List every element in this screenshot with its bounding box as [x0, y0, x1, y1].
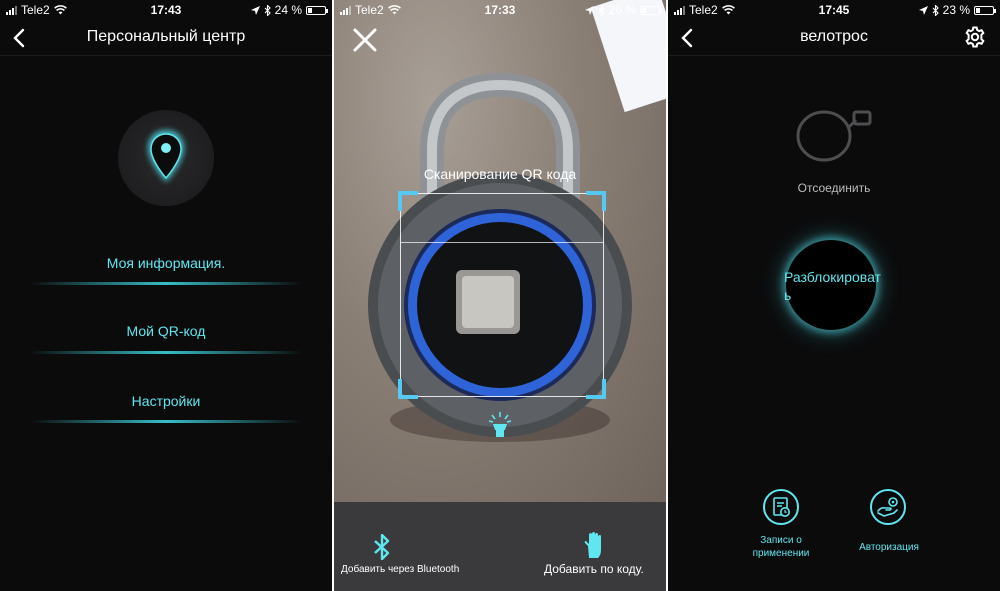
add-via-bluetooth-button[interactable]: Добавить через Bluetooth — [341, 564, 459, 575]
flashlight-icon[interactable] — [489, 412, 511, 438]
status-bar: Tele2 17:45 23 % — [668, 0, 1000, 20]
location-arrow-icon — [584, 5, 594, 15]
scan-line — [401, 242, 603, 243]
menu-settings[interactable]: Настройки — [0, 393, 332, 409]
records-button[interactable] — [763, 489, 799, 525]
records-label-line2: применении — [752, 548, 810, 559]
scan-corner — [586, 379, 606, 399]
scan-corner — [398, 379, 418, 399]
battery-fill — [976, 7, 980, 13]
authorization-label: Авторизация — [859, 542, 919, 553]
scan-corner — [586, 191, 606, 211]
bluetooth-icon[interactable] — [372, 534, 392, 560]
battery-fill — [642, 7, 647, 13]
scan-title: Сканирование QR кода — [423, 166, 577, 182]
scan-corner — [398, 191, 418, 211]
location-arrow-icon — [918, 5, 928, 15]
profile-screen: Tele2 17:43 24 % Персональный центр Моя … — [0, 0, 332, 591]
page-title: велотрос — [800, 28, 868, 45]
menu-my-qr-code[interactable]: Мой QR-код — [0, 323, 332, 339]
status-bar: Tele2 17:33 26 % — [334, 0, 666, 20]
gear-icon[interactable] — [964, 26, 986, 48]
records-icon — [773, 497, 790, 517]
authorization-icon — [877, 497, 898, 517]
records-label-line1: Записи о — [760, 535, 802, 546]
divider — [30, 282, 302, 285]
status-bar: Tele2 17:43 24 % — [0, 0, 332, 20]
camera-view: Сканирование QR кода — [334, 0, 666, 502]
battery-percent: 26 % — [608, 3, 636, 17]
menu-my-info[interactable]: Моя информация. — [0, 255, 332, 271]
nav-bar: велотрос — [668, 20, 1000, 56]
bluetooth-status-icon — [932, 4, 939, 16]
location-pin-icon — [148, 130, 184, 182]
page-title: Персональный центр — [86, 28, 246, 45]
scanner-screen: Сканирование QR кода Tele2 17:33 26 % До — [334, 0, 666, 591]
disconnect-button[interactable]: Отсоединить — [668, 181, 1000, 195]
battery-fill — [308, 7, 312, 13]
nav-bar: Персональный центр — [0, 20, 332, 56]
cable-lock-icon — [796, 110, 872, 162]
unlock-label: Разблокировать — [784, 269, 881, 303]
battery-percent: 23 % — [942, 3, 970, 17]
divider — [30, 351, 302, 354]
records-label: Записи о применении — [746, 534, 816, 560]
battery-icon — [640, 5, 662, 15]
lock-screen: Tele2 17:45 23 % велотрос Отсоединить Ра… — [668, 0, 1000, 591]
location-badge — [118, 110, 214, 206]
close-icon[interactable] — [352, 27, 378, 53]
add-by-code-button[interactable]: Добавить по коду. — [544, 562, 644, 576]
battery-icon — [974, 5, 996, 15]
location-arrow-icon — [250, 5, 260, 15]
scan-frame — [400, 193, 604, 397]
bluetooth-status-icon — [264, 4, 271, 16]
battery-percent: 24 % — [274, 3, 302, 17]
divider — [30, 420, 302, 423]
bottom-bar: Добавить через Bluetooth Добавить по код… — [334, 502, 666, 591]
battery-icon — [306, 5, 328, 15]
authorization-button[interactable] — [870, 489, 906, 525]
bluetooth-status-icon — [598, 4, 605, 16]
hand-icon[interactable] — [584, 532, 606, 560]
